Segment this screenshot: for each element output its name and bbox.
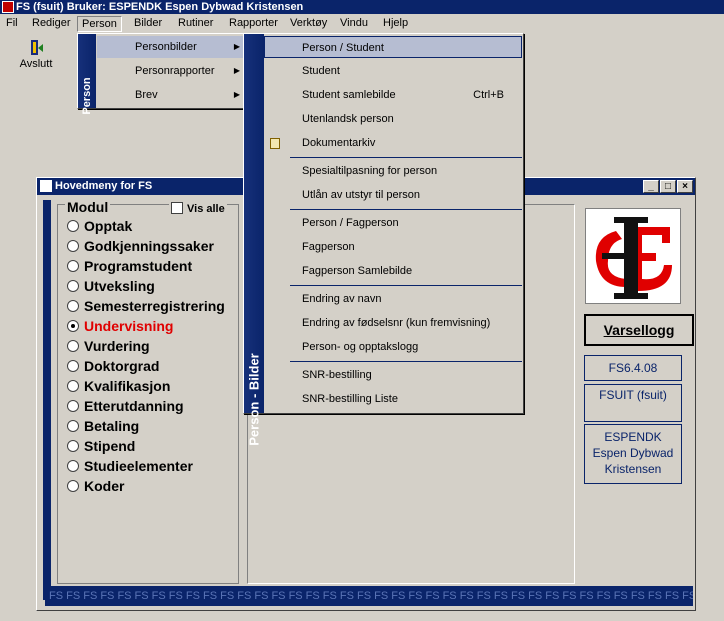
menu-rediger[interactable]: Rediger: [28, 16, 75, 32]
menu-bar: Fil Rediger Person Bilder Rutiner Rappor…: [0, 14, 724, 33]
menu-separator: [290, 157, 522, 158]
menu-hjelp[interactable]: Hjelp: [379, 16, 412, 32]
menu-vindu[interactable]: Vindu: [336, 16, 372, 32]
show-all-checkbox[interactable]: Vis alle: [169, 202, 227, 215]
menu-item-spesialtilpasning[interactable]: Spesialtilpasning for person: [264, 160, 522, 182]
show-all-label: Vis alle: [187, 203, 225, 215]
user-box: ESPENDK Espen Dybwad Kristensen: [584, 424, 682, 484]
document-icon: [270, 138, 280, 149]
shortcut-label: Ctrl+B: [473, 89, 504, 101]
checkbox-box[interactable]: [171, 202, 183, 214]
varsellogg-button[interactable]: Varsellogg: [584, 314, 694, 346]
menu-item-utlan-utstyr[interactable]: Utlån av utstyr til person: [264, 184, 522, 206]
user-full-name: Espen Dybwad Kristensen: [592, 446, 674, 476]
exit-door-icon: [26, 39, 46, 57]
menu-item-utenlandsk-person[interactable]: Utenlandsk person: [264, 108, 522, 130]
menu-fil[interactable]: Fil: [2, 16, 22, 32]
person-menu: Person Personbilder ▶ Personrapporter ▶ Br…: [77, 33, 247, 115]
menu-item-fagperson[interactable]: Fagperson: [264, 236, 522, 258]
menu-verktoy[interactable]: Verktøy: [286, 16, 331, 32]
menu-rapporter[interactable]: Rapporter: [225, 16, 282, 32]
fs-logo: [585, 208, 681, 304]
left-accent-bar: [43, 200, 51, 600]
menu-item-person-fagperson[interactable]: Person / Fagperson: [264, 212, 522, 234]
menu-separator: [290, 209, 522, 210]
app-icon: [2, 1, 14, 13]
submenu-arrow-icon: ▶: [233, 42, 240, 51]
fs-footer-band: FS FS FS FS FS FS FS FS FS FS FS FS FS F…: [45, 586, 693, 606]
menu-item-student[interactable]: Student: [264, 60, 522, 82]
menu-item-person-student[interactable]: Person / Student: [264, 36, 522, 58]
menu-person[interactable]: Person: [77, 16, 122, 32]
database-label: FSUIT (fsuit): [599, 388, 667, 402]
menu-bilder[interactable]: Bilder: [130, 16, 166, 32]
menu-item-dokumentarkiv[interactable]: Dokumentarkiv: [264, 132, 522, 154]
menu-separator: [290, 285, 522, 286]
exit-button[interactable]: Avslutt: [8, 37, 64, 73]
database-box: FSUIT (fsuit): [584, 384, 682, 422]
app-title: FS (fsuit) Bruker: ESPENDK Espen Dybwad …: [16, 1, 304, 13]
submenu-arrow-icon: ▶: [233, 90, 240, 99]
personbilder-band: Person - Bilder: [244, 34, 264, 446]
close-button[interactable]: ×: [677, 180, 693, 193]
menu-item-student-samlebilde[interactable]: Student samlebilde Ctrl+B: [264, 84, 522, 106]
menu-separator: [290, 361, 522, 362]
user-id: ESPENDK: [604, 430, 662, 444]
menu-item-fagperson-samlebilde[interactable]: Fagperson Samlebilde: [264, 260, 522, 282]
app-title-bar: FS (fsuit) Bruker: ESPENDK Espen Dybwad …: [0, 0, 724, 14]
menu-item-snr-bestilling-liste[interactable]: SNR-bestilling Liste: [264, 388, 522, 410]
menu-rutiner[interactable]: Rutiner: [174, 16, 217, 32]
module-group-label: Modul: [65, 199, 111, 215]
menu-item-endring-fodselsnr[interactable]: Endring av fødselsnr (kun fremvisning): [264, 312, 522, 334]
main-window-title: Hovedmeny for FS: [55, 180, 153, 192]
menu-item-personbilder[interactable]: Personbilder ▶: [97, 36, 246, 58]
menu-item-personrapporter[interactable]: Personrapporter ▶: [97, 60, 246, 82]
maximize-button[interactable]: □: [660, 180, 676, 193]
menu-item-snr-bestilling[interactable]: SNR-bestilling: [264, 364, 522, 386]
personbilder-submenu: Person - Bilder Person / Student Student…: [243, 33, 524, 446]
version-label: FS6.4.08: [608, 361, 658, 375]
menu-item-endring-navn[interactable]: Endring av navn: [264, 288, 522, 310]
version-box: FS6.4.08: [584, 355, 682, 381]
submenu-arrow-icon: ▶: [233, 66, 240, 75]
menu-item-person-opptakslogg[interactable]: Person- og opptakslogg: [264, 336, 522, 358]
person-menu-band: Person: [78, 34, 96, 115]
window-icon: [40, 180, 52, 192]
minimize-button[interactable]: _: [643, 180, 659, 193]
menu-item-brev[interactable]: Brev ▶: [97, 84, 246, 106]
exit-button-label: Avslutt: [19, 58, 53, 70]
